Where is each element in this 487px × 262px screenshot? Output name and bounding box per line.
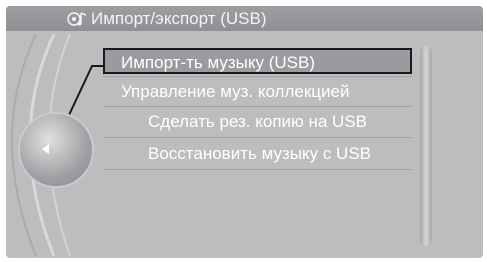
- divider: [103, 169, 412, 170]
- scrollbar[interactable]: [420, 46, 432, 246]
- left-arrow-icon: [42, 144, 49, 154]
- menu-item-backup-usb[interactable]: Сделать рез. копию на USB: [148, 109, 367, 135]
- page-title: Импорт/экспорт (USB): [91, 9, 267, 28]
- divider: [103, 137, 412, 138]
- controller-knob[interactable]: [18, 112, 94, 188]
- title-bar: Импорт/экспорт (USB): [6, 6, 483, 31]
- divider: [103, 106, 412, 107]
- menu-item-label: Сделать рез. копию на USB: [148, 112, 368, 131]
- idrive-screen: Импорт/экспорт (USB) Импорт-ть музыку (U…: [6, 6, 483, 258]
- menu-item-label: Импорт-ть музыку (USB): [121, 53, 315, 72]
- menu-item-label: Восстановить музыку с USB: [148, 144, 372, 163]
- menu-item-label: Управление муз. коллекцией: [121, 82, 350, 101]
- music-settings-icon: [67, 12, 87, 26]
- menu-item-restore-music[interactable]: Восстановить музыку с USB: [148, 141, 371, 167]
- menu-item-import-music[interactable]: Импорт-ть музыку (USB): [103, 48, 412, 74]
- divider: [103, 76, 412, 77]
- menu-item-manage-collection[interactable]: Управление муз. коллекцией: [121, 79, 349, 105]
